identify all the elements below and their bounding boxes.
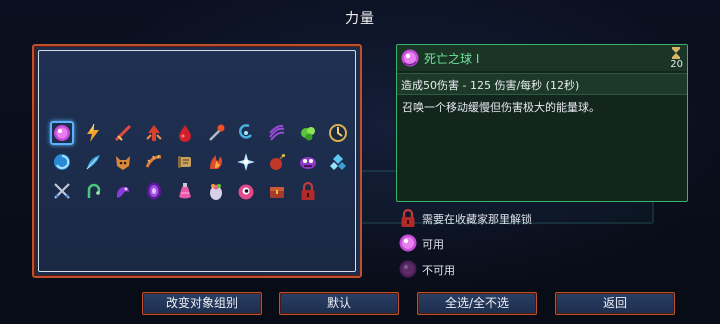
scroll-icon (177, 156, 191, 168)
thorn-vine-icon (145, 154, 162, 168)
death-orb-icon (54, 125, 70, 141)
page-title: 力量 (345, 11, 375, 27)
grid-slot[interactable] (173, 150, 197, 174)
grid-slot[interactable] (81, 121, 105, 145)
crossed-swords-icon (54, 183, 70, 199)
beast-mask-icon (116, 156, 131, 170)
bomb-icon (269, 154, 285, 170)
red-lock-icon (301, 181, 315, 200)
grid-slot[interactable] (111, 121, 135, 145)
lightning-bolt-icon (86, 123, 99, 142)
grid-slot[interactable] (111, 150, 135, 174)
grid-slot[interactable] (50, 150, 74, 174)
grid-slot[interactable] (81, 150, 105, 174)
grid-slot[interactable] (296, 179, 320, 203)
red-lock-icon (401, 208, 415, 227)
grid-slot[interactable] (173, 121, 197, 145)
item-grid-panel (32, 44, 362, 278)
grid-slot[interactable] (204, 150, 228, 174)
spirit-hook-icon (239, 124, 253, 139)
back-button[interactable]: 返回 (555, 292, 675, 315)
blade-strike-icon (115, 124, 132, 142)
grid-slot[interactable] (50, 121, 74, 145)
flower-egg-icon (209, 184, 222, 200)
grid-slot[interactable] (234, 121, 258, 145)
hourglass-icon (672, 47, 680, 59)
grid-slot[interactable] (265, 121, 289, 145)
flame-wave-icon (209, 155, 222, 169)
death-orb-icon (399, 234, 417, 252)
legend-unavailable-label: 不可用 (422, 264, 455, 277)
grid-slot[interactable] (173, 179, 197, 203)
green-hook-icon (87, 183, 100, 198)
one-eyed-blob-icon (238, 184, 254, 200)
item-description: 召唤一个移动缓慢但伤害极大的能量球。 (402, 101, 600, 114)
grid-slot[interactable] (142, 150, 166, 174)
change-group-button[interactable]: 改变对象组别 (142, 292, 262, 315)
fire-staff-icon (208, 124, 224, 141)
blood-drop-icon (178, 125, 191, 142)
dim-orb-icon (399, 260, 417, 278)
grid-slot[interactable] (265, 179, 289, 203)
locked-chest-icon (269, 187, 284, 198)
grid-slot[interactable] (142, 179, 166, 203)
grid-slot[interactable] (204, 121, 228, 145)
violet-tentacle-icon (117, 186, 130, 198)
item-name: 死亡之球 I (424, 52, 480, 66)
item-level: 20 (670, 59, 683, 70)
grid-slot[interactable] (234, 150, 258, 174)
grid-slot[interactable] (296, 150, 320, 174)
blue-feather-icon (86, 155, 100, 170)
grid-slot[interactable] (142, 121, 166, 145)
star-spark-icon (237, 153, 256, 171)
pink-potion-icon (178, 183, 191, 199)
red-arrows-icon (146, 125, 162, 141)
grid-slot[interactable] (326, 150, 350, 174)
select-all-button[interactable]: 全选/全不选 (417, 292, 537, 315)
grid-slot[interactable] (111, 179, 135, 203)
grid-slot[interactable] (265, 150, 289, 174)
legend-locked-label: 需要在收藏家那里解锁 (422, 213, 532, 226)
grid-slot[interactable] (204, 179, 228, 203)
grid-slot[interactable] (50, 179, 74, 203)
green-slime-icon (300, 127, 315, 141)
purple-monster-icon (299, 157, 316, 169)
clock-rune-icon (329, 124, 348, 142)
purple-portal-icon (147, 182, 162, 200)
item-grid (38, 50, 356, 272)
item-stats: 造成50伤害 - 125 伤害/每秒 (12秒) (397, 73, 687, 95)
grid-slot[interactable] (326, 121, 350, 145)
item-stats-text: 造成50伤害 - 125 伤害/每秒 (12秒) (401, 79, 580, 92)
detail-header: 死亡之球 I 20 (397, 45, 687, 71)
grid-slot[interactable] (296, 121, 320, 145)
death-orb-icon (401, 49, 419, 67)
purple-claws-icon (269, 124, 285, 141)
grid-slot[interactable] (81, 179, 105, 203)
legend-available-label: 可用 (422, 238, 444, 251)
ice-cluster-icon (330, 154, 347, 170)
vortex-orb-icon (54, 154, 70, 170)
default-button[interactable]: 默认 (279, 292, 399, 315)
grid-slot[interactable] (234, 179, 258, 203)
item-detail-panel: 死亡之球 I 20 造成50伤害 - 125 伤害/每秒 (12秒) 召唤一个移… (396, 44, 688, 202)
